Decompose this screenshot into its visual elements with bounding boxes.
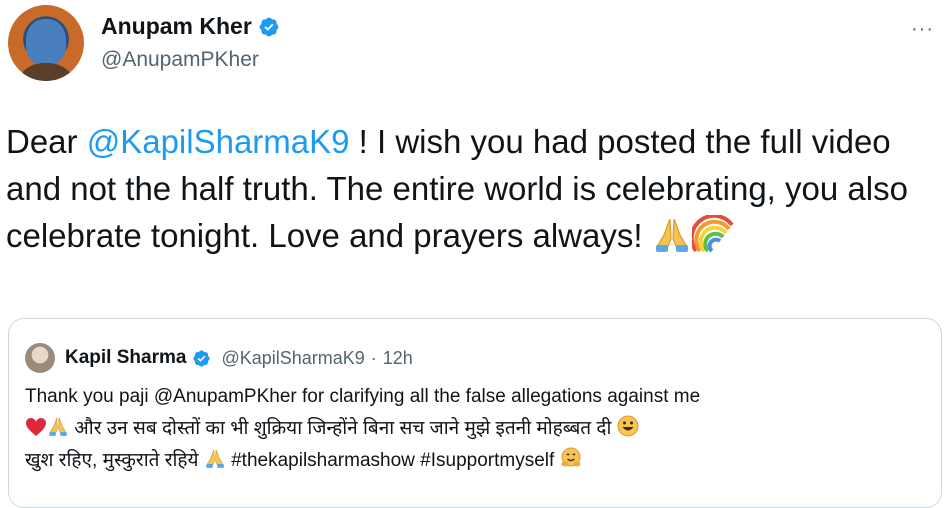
quoted-text: Thank you paji @AnupamPKher for clarifyi… — [25, 381, 930, 477]
rainbow-icon — [691, 215, 734, 253]
avatar-body — [14, 63, 78, 81]
folded-hands-icon — [655, 218, 688, 252]
tweet-mention-link[interactable]: @KapilSharmaK9 — [87, 123, 350, 160]
author-display-name[interactable]: Anupam Kher — [101, 13, 252, 40]
tweet-card: Anupam Kher @AnupamPKher ··· Dear @Kapil… — [0, 0, 946, 508]
quoted-hashtags[interactable]: #thekapilsharmashow #Isupportmyself — [226, 450, 560, 471]
quoted-avatar[interactable] — [25, 343, 55, 373]
author-avatar[interactable] — [8, 5, 84, 81]
quoted-header: Kapil Sharma @KapilSharmaK9 · 12h — [25, 343, 413, 373]
folded-hands-icon — [49, 417, 67, 436]
heart-icon — [26, 418, 46, 436]
quoted-line-1: Thank you paji @AnupamPKher for clarifyi… — [25, 386, 701, 407]
quoted-line-3-text: खुश रहिए, मुस्कुराते रहिये — [25, 450, 204, 471]
quoted-tweet[interactable]: Kapil Sharma @KapilSharmaK9 · 12h Thank … — [8, 318, 942, 508]
tweet-text-start: Dear — [6, 123, 87, 160]
quoted-line-2: और उन सब दोस्तों का भी शुक्रिया जिन्होंन… — [25, 413, 930, 445]
folded-hands-icon — [206, 449, 224, 468]
quoted-handle[interactable]: @KapilSharmaK9 — [221, 348, 364, 369]
smile-icon — [617, 415, 639, 437]
author-handle[interactable]: @AnupamPKher — [101, 48, 259, 72]
quoted-display-name[interactable]: Kapil Sharma — [65, 347, 186, 369]
quoted-line-3: खुश रहिए, मुस्कुराते रहिये #thekapilshar… — [25, 445, 930, 477]
verified-badge-icon — [259, 17, 279, 36]
avatar-face — [26, 19, 66, 65]
verified-badge-icon — [193, 349, 211, 367]
more-options-icon[interactable]: ··· — [911, 18, 934, 41]
quoted-timestamp[interactable]: 12h — [383, 348, 413, 369]
author-name-row: Anupam Kher — [101, 13, 280, 40]
tweet-text: Dear @KapilSharmaK9 ! I wish you had pos… — [6, 118, 936, 259]
hug-icon — [561, 447, 581, 467]
separator-dot: · — [370, 347, 377, 368]
quoted-line-2-text: और उन सब दोस्तों का भी शुक्रिया जिन्होंन… — [69, 418, 617, 439]
